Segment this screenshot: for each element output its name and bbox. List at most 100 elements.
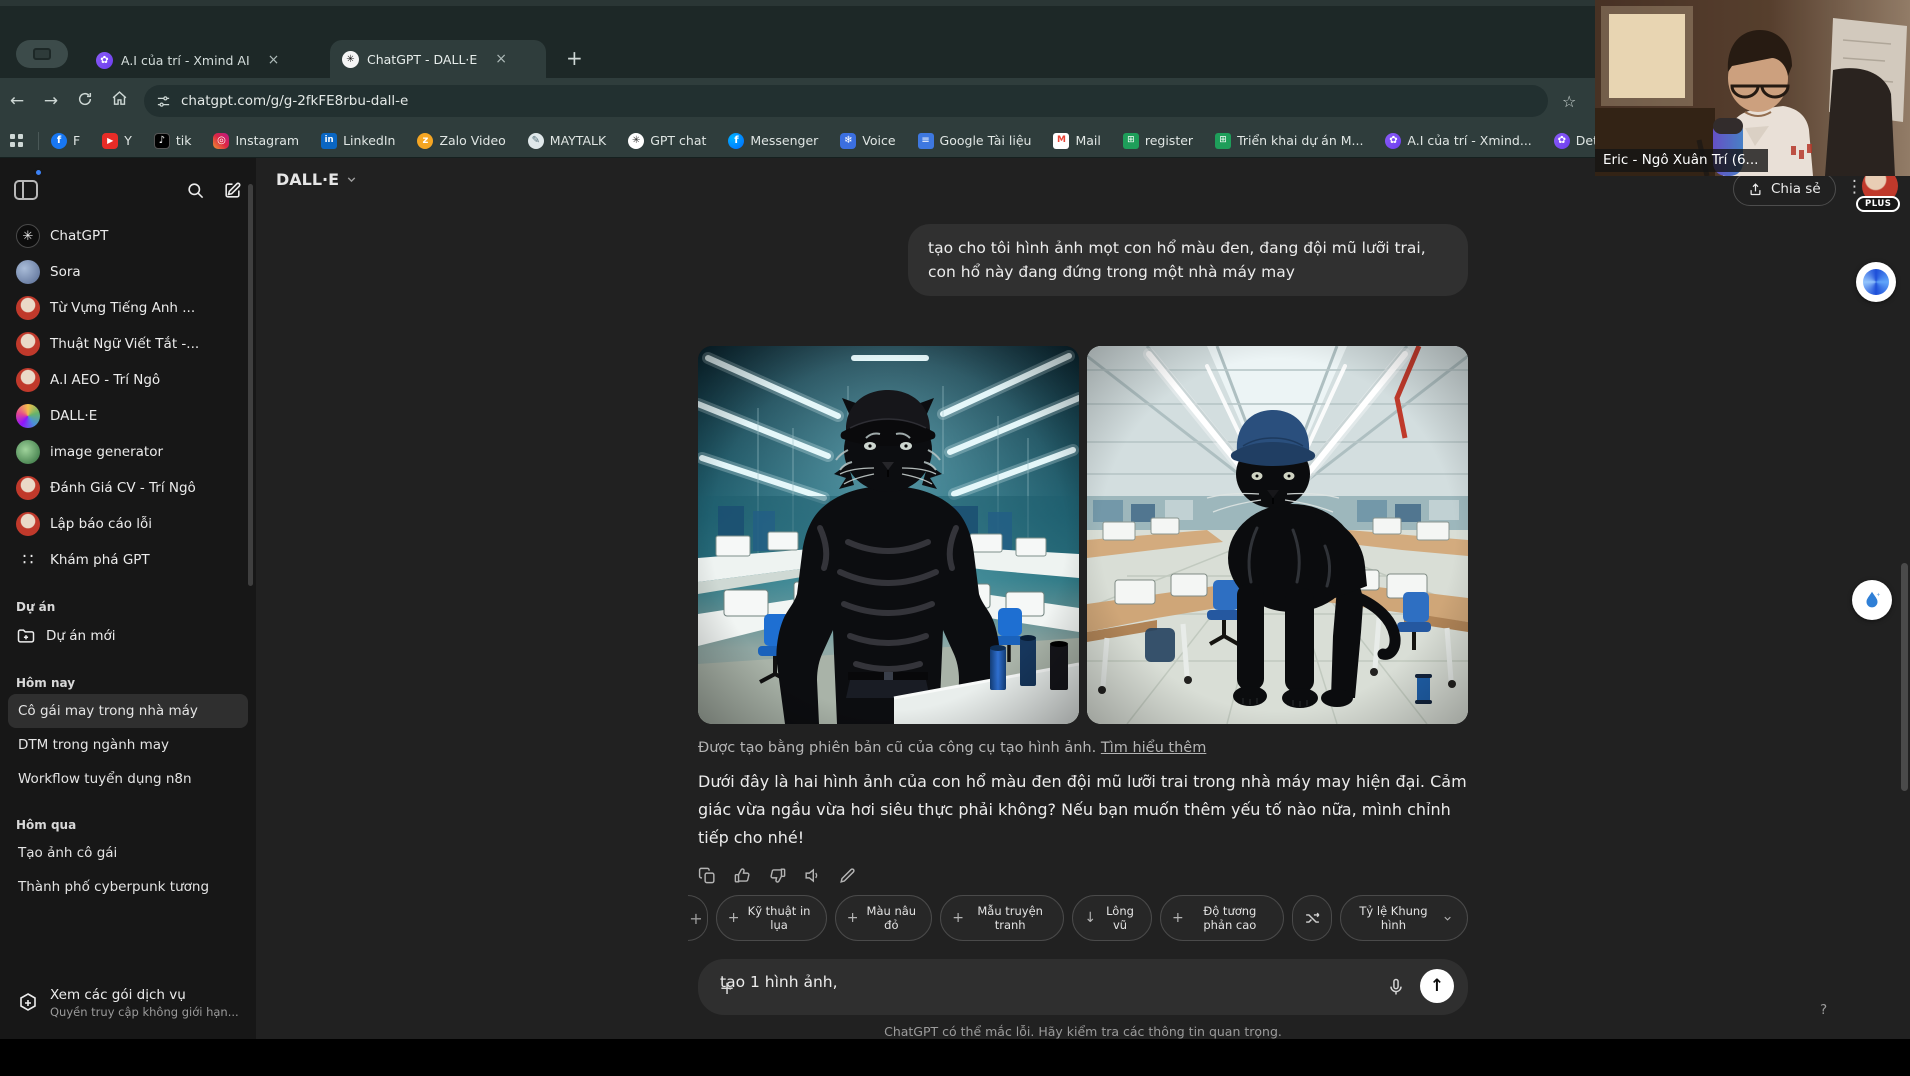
- chat-item-active[interactable]: Cô gái may trong nhà máy: [8, 694, 248, 728]
- drop-extension-icon[interactable]: [1852, 580, 1892, 620]
- apps-grid-icon[interactable]: [10, 134, 24, 148]
- suggestion-chip[interactable]: + Độ tương phản cao: [1160, 895, 1284, 941]
- bookmark-item[interactable]: f F: [51, 133, 80, 149]
- sidebar-item[interactable]: Đánh Giá CV - Trí Ngô: [8, 470, 248, 506]
- reload-icon[interactable]: [68, 91, 102, 112]
- bookmark-item[interactable]: ◎ Instagram: [213, 133, 299, 149]
- sidebar-item-label: Dự án mới: [46, 628, 116, 644]
- share-button[interactable]: Chia sẻ: [1733, 172, 1836, 206]
- learn-more-link[interactable]: Tìm hiểu thêm: [1101, 740, 1206, 756]
- bookmark-item[interactable]: ⊞ Triển khai dự án M...: [1215, 133, 1363, 149]
- chip-icon: +: [728, 910, 740, 926]
- sidebar-item[interactable]: ∷ Khám phá GPT: [8, 542, 248, 578]
- generated-image-tiger-standing[interactable]: [698, 346, 1079, 724]
- bookmark-item[interactable]: ✳ GPT chat: [628, 133, 706, 149]
- bookmark-label: Zalo Video: [439, 133, 505, 148]
- message-actions: [698, 866, 857, 885]
- chevron-down-icon: [1442, 912, 1453, 925]
- screen: ✿ A.I của trí - Xmind AI × ✳ ChatGPT - D…: [0, 0, 1910, 1076]
- bookmark-item[interactable]: z Zalo Video: [417, 133, 505, 149]
- sidebar-item[interactable]: image generator: [8, 434, 248, 470]
- forward-icon[interactable]: →: [34, 91, 68, 111]
- sidebar-item-label: ChatGPT: [50, 228, 108, 244]
- sidebar-scrollbar[interactable]: [248, 184, 253, 586]
- hexagon-plus-icon: [16, 991, 40, 1015]
- more-options-icon[interactable]: ⋮: [1846, 177, 1863, 197]
- back-icon[interactable]: ←: [0, 91, 34, 111]
- home-icon[interactable]: [102, 90, 136, 112]
- sidebar-toggle-icon[interactable]: [14, 180, 38, 200]
- bookmark-favicon: ⊞: [1215, 133, 1231, 149]
- composer[interactable]: tạo 1 hình ảnh, + ↑: [698, 959, 1468, 1015]
- aspect-ratio-chip[interactable]: Tỷ lệ Khung hình: [1340, 895, 1468, 941]
- dictate-button[interactable]: [1386, 977, 1406, 1001]
- upgrade-plan-button[interactable]: Xem các gói dịch vụ Quyền truy cập không…: [8, 981, 248, 1025]
- page-scrollbar[interactable]: [1901, 563, 1908, 791]
- suggestion-chip[interactable]: ↓ Lông vũ: [1072, 895, 1152, 941]
- sidebar-item[interactable]: DALL·E: [8, 398, 248, 434]
- browser-tab-xmind[interactable]: ✿ A.I của trí - Xmind AI ×: [84, 42, 322, 78]
- chat-item[interactable]: Workflow tuyển dụng n8n: [8, 762, 248, 796]
- model-selector[interactable]: DALL·E: [276, 170, 358, 189]
- site-settings-icon[interactable]: [156, 94, 171, 109]
- sidebar-item[interactable]: Lập báo cáo lỗi: [8, 506, 248, 542]
- tab-close-icon[interactable]: ×: [268, 52, 280, 68]
- tab-close-icon[interactable]: ×: [495, 51, 507, 67]
- bookmark-favicon: ✳: [628, 133, 644, 149]
- gpt-avatar-icon: [16, 260, 40, 284]
- chat-item[interactable]: Thành phố cyberpunk tương: [8, 870, 248, 904]
- address-bar[interactable]: chatgpt.com/g/g-2fkFE8rbu-dall-e: [144, 85, 1548, 117]
- bookmark-item[interactable]: ▶ Y: [102, 133, 132, 149]
- bookmark-label: F: [73, 133, 80, 148]
- edit-icon[interactable]: [838, 866, 857, 885]
- help-button[interactable]: ?: [1820, 1002, 1827, 1018]
- sidebar-item[interactable]: A.I AEO - Trí Ngô: [8, 362, 248, 398]
- bookmark-star-icon[interactable]: ☆: [1562, 92, 1576, 111]
- sidebar-item-label: Sora: [50, 264, 81, 280]
- bookmark-item[interactable]: ≡ Google Tài liệu: [918, 133, 1032, 149]
- bookmark-item[interactable]: ♪ tik: [154, 133, 192, 149]
- sidebar-item-new-project[interactable]: Dự án mới: [8, 618, 248, 654]
- sider-extension-icon[interactable]: [1856, 262, 1896, 302]
- bookmark-item[interactable]: in LinkedIn: [321, 133, 395, 149]
- bookmark-favicon: ✿: [1385, 133, 1401, 149]
- chip-icon: +: [952, 910, 964, 926]
- sidebar-item[interactable]: Sora: [8, 254, 248, 290]
- bookmark-item[interactable]: ✿ A.I của trí - Xmind...: [1385, 133, 1531, 149]
- sidebar-item[interactable]: ✳ ChatGPT: [8, 218, 248, 254]
- send-button[interactable]: ↑: [1420, 969, 1454, 1003]
- section-today: Hôm nay: [8, 676, 248, 690]
- thumbs-down-icon[interactable]: [768, 866, 787, 885]
- chip-icon: +: [1172, 910, 1184, 926]
- bookmark-item[interactable]: M Mail: [1053, 133, 1100, 149]
- bookmark-item[interactable]: ❄ Voice: [840, 133, 895, 149]
- upgrade-title: Xem các gói dịch vụ: [50, 987, 239, 1003]
- shuffle-chip[interactable]: [1292, 895, 1332, 941]
- bookmark-item[interactable]: ✎ MAYTALK: [528, 133, 606, 149]
- search-icon[interactable]: [186, 181, 205, 200]
- generated-image-panther-quadruped[interactable]: [1087, 346, 1468, 724]
- chat-item[interactable]: DTM trong ngành may: [8, 728, 248, 762]
- thumbs-up-icon[interactable]: [733, 866, 752, 885]
- new-tab-button[interactable]: +: [566, 46, 583, 70]
- bookmark-label: Y: [124, 133, 132, 148]
- tab-search-button[interactable]: [16, 40, 68, 68]
- browser-tab-chatgpt[interactable]: ✳ ChatGPT - DALL·E ×: [330, 40, 546, 78]
- read-aloud-icon[interactable]: [803, 866, 822, 885]
- gpt-avatar-icon: [16, 440, 40, 464]
- gpt-avatar-icon: [16, 368, 40, 392]
- attach-button[interactable]: +: [712, 973, 742, 1003]
- suggestion-chip[interactable]: + Mẫu truyện tranh: [940, 895, 1064, 941]
- chip-partial[interactable]: +: [688, 895, 708, 941]
- bookmark-item[interactable]: f Messenger: [728, 133, 818, 149]
- gpt-avatar-icon: ✳: [16, 224, 40, 248]
- copy-icon[interactable]: [698, 866, 717, 885]
- new-chat-icon[interactable]: [223, 181, 242, 200]
- suggestion-chip[interactable]: + Kỹ thuật in lụa: [716, 895, 827, 941]
- disclaimer: ChatGPT có thể mắc lỗi. Hãy kiểm tra các…: [698, 1024, 1468, 1039]
- chat-item[interactable]: Tạo ảnh cô gái: [8, 836, 248, 870]
- suggestion-chip[interactable]: + Màu nâu đỏ: [835, 895, 933, 941]
- sidebar-item[interactable]: Thuật Ngữ Viết Tắt -...: [8, 326, 248, 362]
- bookmark-item[interactable]: ⊞ register: [1123, 133, 1193, 149]
- sidebar-item[interactable]: Từ Vựng Tiếng Anh ...: [8, 290, 248, 326]
